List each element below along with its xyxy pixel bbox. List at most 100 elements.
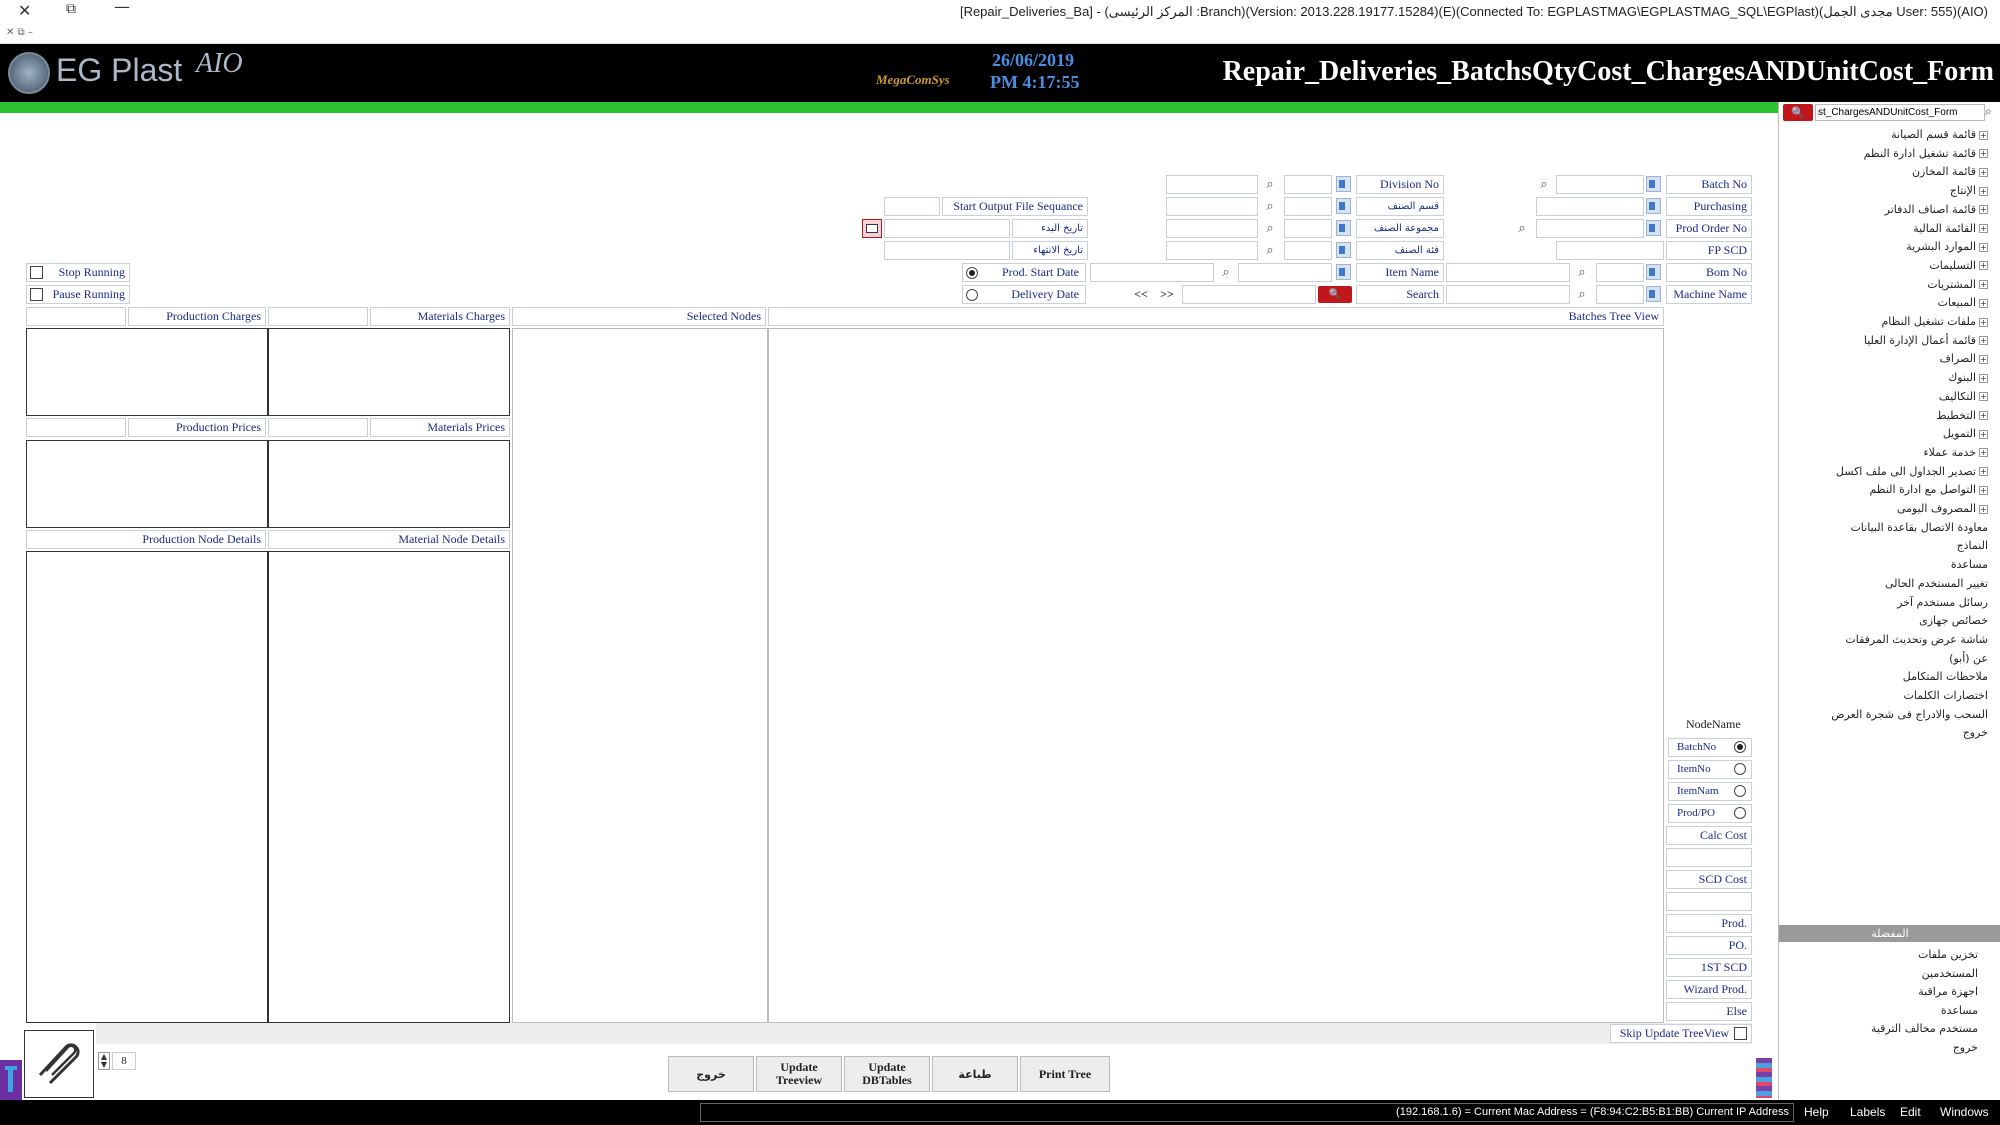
- expand-icon[interactable]: +: [1979, 354, 1988, 364]
- expand-icon[interactable]: +: [1979, 280, 1988, 290]
- item-section-search-icon[interactable]: ⌕: [1262, 199, 1278, 215]
- tree-item[interactable]: البنوك +: [1948, 371, 1988, 384]
- tree-item[interactable]: ملاحظات المتكامل: [1903, 670, 1988, 683]
- favorite-item[interactable]: اجهزة مراقبة: [1918, 985, 1978, 998]
- tree-item[interactable]: خصائص جهازى: [1919, 614, 1988, 627]
- nodename-radio[interactable]: [1734, 807, 1746, 819]
- tree-item[interactable]: اختصارات الكلمات: [1904, 689, 1988, 702]
- update-dbtables-button[interactable]: Update DBTables: [844, 1056, 930, 1092]
- machine-name-lookup-icon[interactable]: [1646, 286, 1661, 302]
- cost-button-1[interactable]: Calc Cost: [1666, 826, 1752, 845]
- expand-icon[interactable]: +: [1979, 298, 1988, 308]
- close-icon[interactable]: ✕: [18, 1, 31, 20]
- item-section-lookup-icon[interactable]: [1336, 198, 1351, 214]
- side-tool-icon[interactable]: [1756, 1058, 1772, 1098]
- print-button[interactable]: طباعة: [932, 1056, 1018, 1092]
- end-date-input[interactable]: [884, 241, 1010, 260]
- favorite-item[interactable]: تخزين ملفات: [1918, 948, 1978, 961]
- tree-item[interactable]: الصراف +: [1940, 352, 1988, 365]
- division-search-icon[interactable]: ⌕: [1262, 177, 1278, 193]
- tree-item[interactable]: المبيعات +: [1938, 296, 1988, 309]
- expand-icon[interactable]: +: [1979, 149, 1988, 159]
- production-node-details-grid[interactable]: [26, 551, 268, 1023]
- bom-search-icon[interactable]: ⌕: [1574, 265, 1590, 281]
- item-name-search-icon[interactable]: ⌕: [1218, 265, 1234, 281]
- nodename-option-prod-po[interactable]: Prod/PO: [1668, 804, 1752, 823]
- expand-icon[interactable]: +: [1979, 467, 1988, 477]
- nodename-option-itemno[interactable]: ItemNo: [1668, 760, 1752, 779]
- expand-icon[interactable]: +: [1979, 167, 1988, 177]
- expand-icon[interactable]: +: [1979, 336, 1988, 346]
- tree-item[interactable]: المصروف اليومى +: [1897, 502, 1988, 515]
- cost-button-5[interactable]: 1ST SCD: [1666, 958, 1752, 977]
- item-name-lookup-icon[interactable]: [1336, 264, 1351, 280]
- tree-item[interactable]: قائمة المخازن +: [1912, 165, 1988, 178]
- expand-icon[interactable]: +: [1979, 186, 1988, 196]
- expand-icon[interactable]: +: [1979, 261, 1988, 271]
- menu-windows[interactable]: Windows: [1940, 1105, 1989, 1119]
- tree-item[interactable]: خدمة عملاء +: [1923, 446, 1988, 459]
- nodename-option-itemnam[interactable]: ItemNam: [1668, 782, 1752, 801]
- favorite-item[interactable]: مساعدة: [1941, 1004, 1978, 1017]
- batch-no-search-icon[interactable]: ⌕: [1536, 177, 1552, 193]
- next-button[interactable]: >>: [1156, 287, 1178, 303]
- expand-icon[interactable]: +: [1979, 392, 1988, 402]
- nodename-option-batchno[interactable]: BatchNo: [1668, 738, 1752, 757]
- prod-order-no-input[interactable]: [1536, 219, 1644, 238]
- side-search-input[interactable]: [1815, 104, 1985, 121]
- exit-button[interactable]: خروج: [668, 1056, 754, 1092]
- materials-prices-grid[interactable]: [268, 440, 510, 528]
- tree-item[interactable]: رسائل مستخدم آخر: [1897, 596, 1988, 609]
- nodename-radio[interactable]: [1734, 785, 1746, 797]
- material-node-details-grid[interactable]: [268, 551, 510, 1023]
- expand-icon[interactable]: +: [1979, 317, 1988, 327]
- minimize-icon[interactable]: —: [114, 0, 130, 16]
- side-search-button[interactable]: 🔍: [1783, 104, 1813, 121]
- delivery-date-option[interactable]: Delivery Date: [962, 285, 1086, 304]
- page-stepper[interactable]: ▲ ▼: [98, 1052, 110, 1070]
- division-no-input[interactable]: [1284, 175, 1332, 194]
- prod-order-lookup-icon[interactable]: [1646, 220, 1661, 236]
- item-category-name-input[interactable]: [1166, 241, 1258, 260]
- favorite-item[interactable]: المستخدمين: [1922, 967, 1978, 980]
- favorite-item[interactable]: خروج: [1953, 1041, 1978, 1054]
- stop-running-option[interactable]: Stop Running: [26, 263, 130, 282]
- tree-item[interactable]: المشتريات +: [1927, 278, 1988, 291]
- left-tab-icon[interactable]: [0, 1060, 22, 1100]
- machine-search-icon[interactable]: ⌕: [1574, 287, 1590, 303]
- tree-item[interactable]: قائمة تشغيل ادارة النظم +: [1864, 147, 1988, 160]
- pause-running-checkbox[interactable]: [30, 288, 43, 301]
- item-group-search-icon[interactable]: ⌕: [1262, 221, 1278, 237]
- cost-button-4[interactable]: PO.: [1666, 936, 1752, 955]
- skip-update-checkbox[interactable]: [1734, 1027, 1747, 1040]
- item-group-name-input[interactable]: [1166, 219, 1258, 238]
- side-search-icon[interactable]: ⌕: [1985, 104, 1992, 119]
- cost-button-3[interactable]: Prod.: [1666, 914, 1752, 933]
- tree-item[interactable]: السحب والادراج فى شجرة العرض: [1831, 708, 1988, 721]
- tree-item[interactable]: ملفات تشغيل النظام +: [1881, 315, 1988, 328]
- item-name-input[interactable]: [1238, 263, 1332, 282]
- tree-item[interactable]: التواصل مع ادارة النظم +: [1869, 483, 1988, 496]
- start-output-sequence-input[interactable]: [884, 197, 940, 216]
- menu-edit[interactable]: Edit: [1900, 1105, 1921, 1119]
- item-section-name-input[interactable]: [1166, 197, 1258, 216]
- restore-icon[interactable]: ⧉: [66, 1, 76, 17]
- item-category-lookup-icon[interactable]: [1336, 242, 1351, 258]
- tree-item[interactable]: قائمة اصناف الدفاتر +: [1885, 203, 1988, 216]
- cost-button-2[interactable]: SCD Cost: [1666, 870, 1752, 889]
- page-number[interactable]: 8: [112, 1052, 136, 1070]
- batches-tree-view[interactable]: [768, 328, 1664, 1023]
- tree-item[interactable]: القائمة المالية +: [1913, 222, 1988, 235]
- machine-name-input[interactable]: [1596, 285, 1644, 304]
- item-category-search-icon[interactable]: ⌕: [1262, 243, 1278, 259]
- expand-icon[interactable]: +: [1979, 429, 1988, 439]
- expand-icon[interactable]: +: [1979, 485, 1988, 495]
- skip-update-option[interactable]: Skip Update TreeView: [1610, 1024, 1752, 1043]
- selected-nodes-list[interactable]: [512, 328, 768, 1023]
- prev-button[interactable]: <<: [1130, 287, 1152, 303]
- tree-item[interactable]: معاودة الاتصال بقاعدة البيانات: [1850, 521, 1988, 534]
- division-name-input[interactable]: [1166, 175, 1258, 194]
- prod-start-date-radio[interactable]: [966, 267, 978, 280]
- production-charges-grid[interactable]: [26, 328, 268, 416]
- tree-item[interactable]: الموارد البشرية +: [1906, 240, 1988, 253]
